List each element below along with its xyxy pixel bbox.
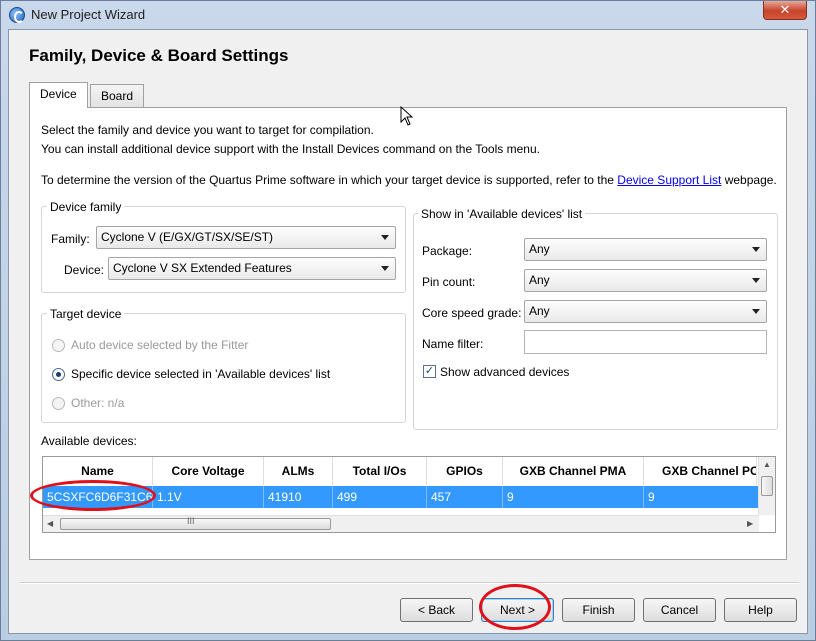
cell-gxb-channel-pcs: 9 — [644, 486, 759, 508]
mouse-pointer-icon — [400, 106, 414, 126]
show-in-list-group-label: Show in 'Available devices' list — [418, 207, 586, 221]
horizontal-scroll-thumb[interactable]: III — [60, 516, 331, 530]
table-header: Name Core Voltage ALMs Total I/Os GPIOs … — [43, 457, 757, 485]
pin-count-combo-value: Any — [529, 273, 550, 287]
specific-device-radio-label: Specific device selected in 'Available d… — [71, 367, 331, 381]
scroll-grip-icon: III — [187, 516, 195, 526]
next-button[interactable]: Next > — [481, 598, 554, 622]
other-device-radio-label: Other: n/a — [71, 396, 125, 410]
column-header-name[interactable]: Name — [43, 457, 153, 485]
available-devices-label: Available devices: — [41, 434, 137, 448]
package-label: Package: — [422, 244, 473, 258]
device-family-group-label: Device family — [47, 200, 125, 214]
package-combo[interactable]: Any — [524, 238, 767, 261]
pin-count-combo[interactable]: Any — [524, 269, 767, 292]
core-speed-combo[interactable]: Any — [524, 300, 767, 323]
column-header-gxb-channel-pcs[interactable]: GXB Channel PCS — [644, 457, 757, 485]
column-header-gpios[interactable]: GPIOs — [427, 457, 503, 485]
pin-count-label: Pin count: — [422, 275, 476, 289]
package-combo-value: Any — [529, 242, 550, 256]
name-filter-label: Name filter: — [422, 337, 484, 351]
wizard-window: New Project Wizard ✕ Family, Device & Bo… — [0, 0, 816, 641]
column-header-total-ios[interactable]: Total I/Os — [333, 457, 427, 485]
help-button[interactable]: Help — [724, 598, 797, 622]
scroll-up-icon[interactable]: ▲ — [763, 460, 771, 469]
device-combo[interactable]: Cyclone V SX Extended Features — [108, 257, 396, 280]
intro-line-3-prefix: To determine the version of the Quartus … — [41, 173, 614, 187]
vertical-scroll-thumb[interactable] — [761, 476, 773, 496]
chevron-down-icon — [752, 309, 760, 314]
family-combo-value: Cyclone V (E/GX/GT/SX/SE/ST) — [101, 230, 274, 244]
device-support-list-link[interactable]: Device Support List — [617, 173, 721, 187]
show-advanced-checkbox[interactable]: ✓ — [423, 365, 436, 378]
column-header-core-voltage[interactable]: Core Voltage — [153, 457, 264, 485]
auto-device-radio-label: Auto device selected by the Fitter — [71, 338, 249, 352]
tab-board[interactable]: Board — [90, 84, 145, 108]
intro-line-2: You can install additional device suppor… — [41, 142, 540, 156]
device-tab-panel: Select the family and device you want to… — [29, 107, 787, 560]
finish-button[interactable]: Finish — [562, 598, 635, 622]
other-device-radio[interactable] — [52, 397, 65, 410]
name-filter-input[interactable] — [524, 330, 767, 354]
family-label: Family: — [51, 232, 90, 246]
cell-gpios: 457 — [427, 486, 503, 508]
cancel-button[interactable]: Cancel — [643, 598, 716, 622]
intro-line-3: To determine the version of the Quartus … — [41, 173, 777, 187]
cell-alms: 41910 — [264, 486, 333, 508]
available-devices-table[interactable]: Name Core Voltage ALMs Total I/Os GPIOs … — [42, 456, 776, 533]
cell-total-ios: 499 — [333, 486, 427, 508]
chevron-down-icon — [381, 235, 389, 240]
column-header-alms[interactable]: ALMs — [264, 457, 333, 485]
intro-line-1: Select the family and device you want to… — [41, 123, 374, 137]
scroll-right-icon[interactable]: ▶ — [747, 519, 753, 528]
cell-name: 5CSXFC6D6F31C6 — [43, 486, 153, 508]
chevron-down-icon — [381, 266, 389, 271]
core-speed-label: Core speed grade: — [422, 306, 522, 320]
auto-device-radio[interactable] — [52, 339, 65, 352]
close-button[interactable]: ✕ — [763, 1, 807, 20]
chevron-down-icon — [752, 247, 760, 252]
chevron-down-icon — [752, 278, 760, 283]
title-bar[interactable]: New Project Wizard ✕ — [1, 1, 815, 29]
page-title: Family, Device & Board Settings — [29, 46, 289, 65]
table-row[interactable]: 5CSXFC6D6F31C6 1.1V 41910 499 457 9 9 — [43, 486, 759, 508]
table-vertical-scrollbar[interactable]: ▲ — [758, 457, 775, 515]
back-button[interactable]: < Back — [400, 598, 473, 622]
scroll-left-icon[interactable]: ◀ — [47, 519, 53, 528]
column-header-gxb-channel-pma[interactable]: GXB Channel PMA — [503, 457, 644, 485]
device-label: Device: — [64, 263, 105, 277]
device-combo-value: Cyclone V SX Extended Features — [113, 261, 292, 275]
family-combo[interactable]: Cyclone V (E/GX/GT/SX/SE/ST) — [96, 226, 396, 249]
tab-device[interactable]: Device — [29, 82, 88, 108]
window-title: New Project Wizard — [31, 7, 146, 22]
intro-line-3-suffix: webpage. — [724, 173, 777, 187]
specific-device-radio[interactable] — [52, 368, 65, 381]
core-speed-combo-value: Any — [529, 304, 550, 318]
show-advanced-label: Show advanced devices — [440, 365, 570, 379]
target-device-group-label: Target device — [47, 307, 125, 321]
cell-gxb-channel-pma: 9 — [503, 486, 644, 508]
table-horizontal-scrollbar[interactable]: ◀ III ▶ — [43, 515, 759, 532]
cell-core-voltage: 1.1V — [153, 486, 264, 508]
quartus-app-icon — [9, 7, 25, 23]
button-separator — [19, 582, 799, 584]
